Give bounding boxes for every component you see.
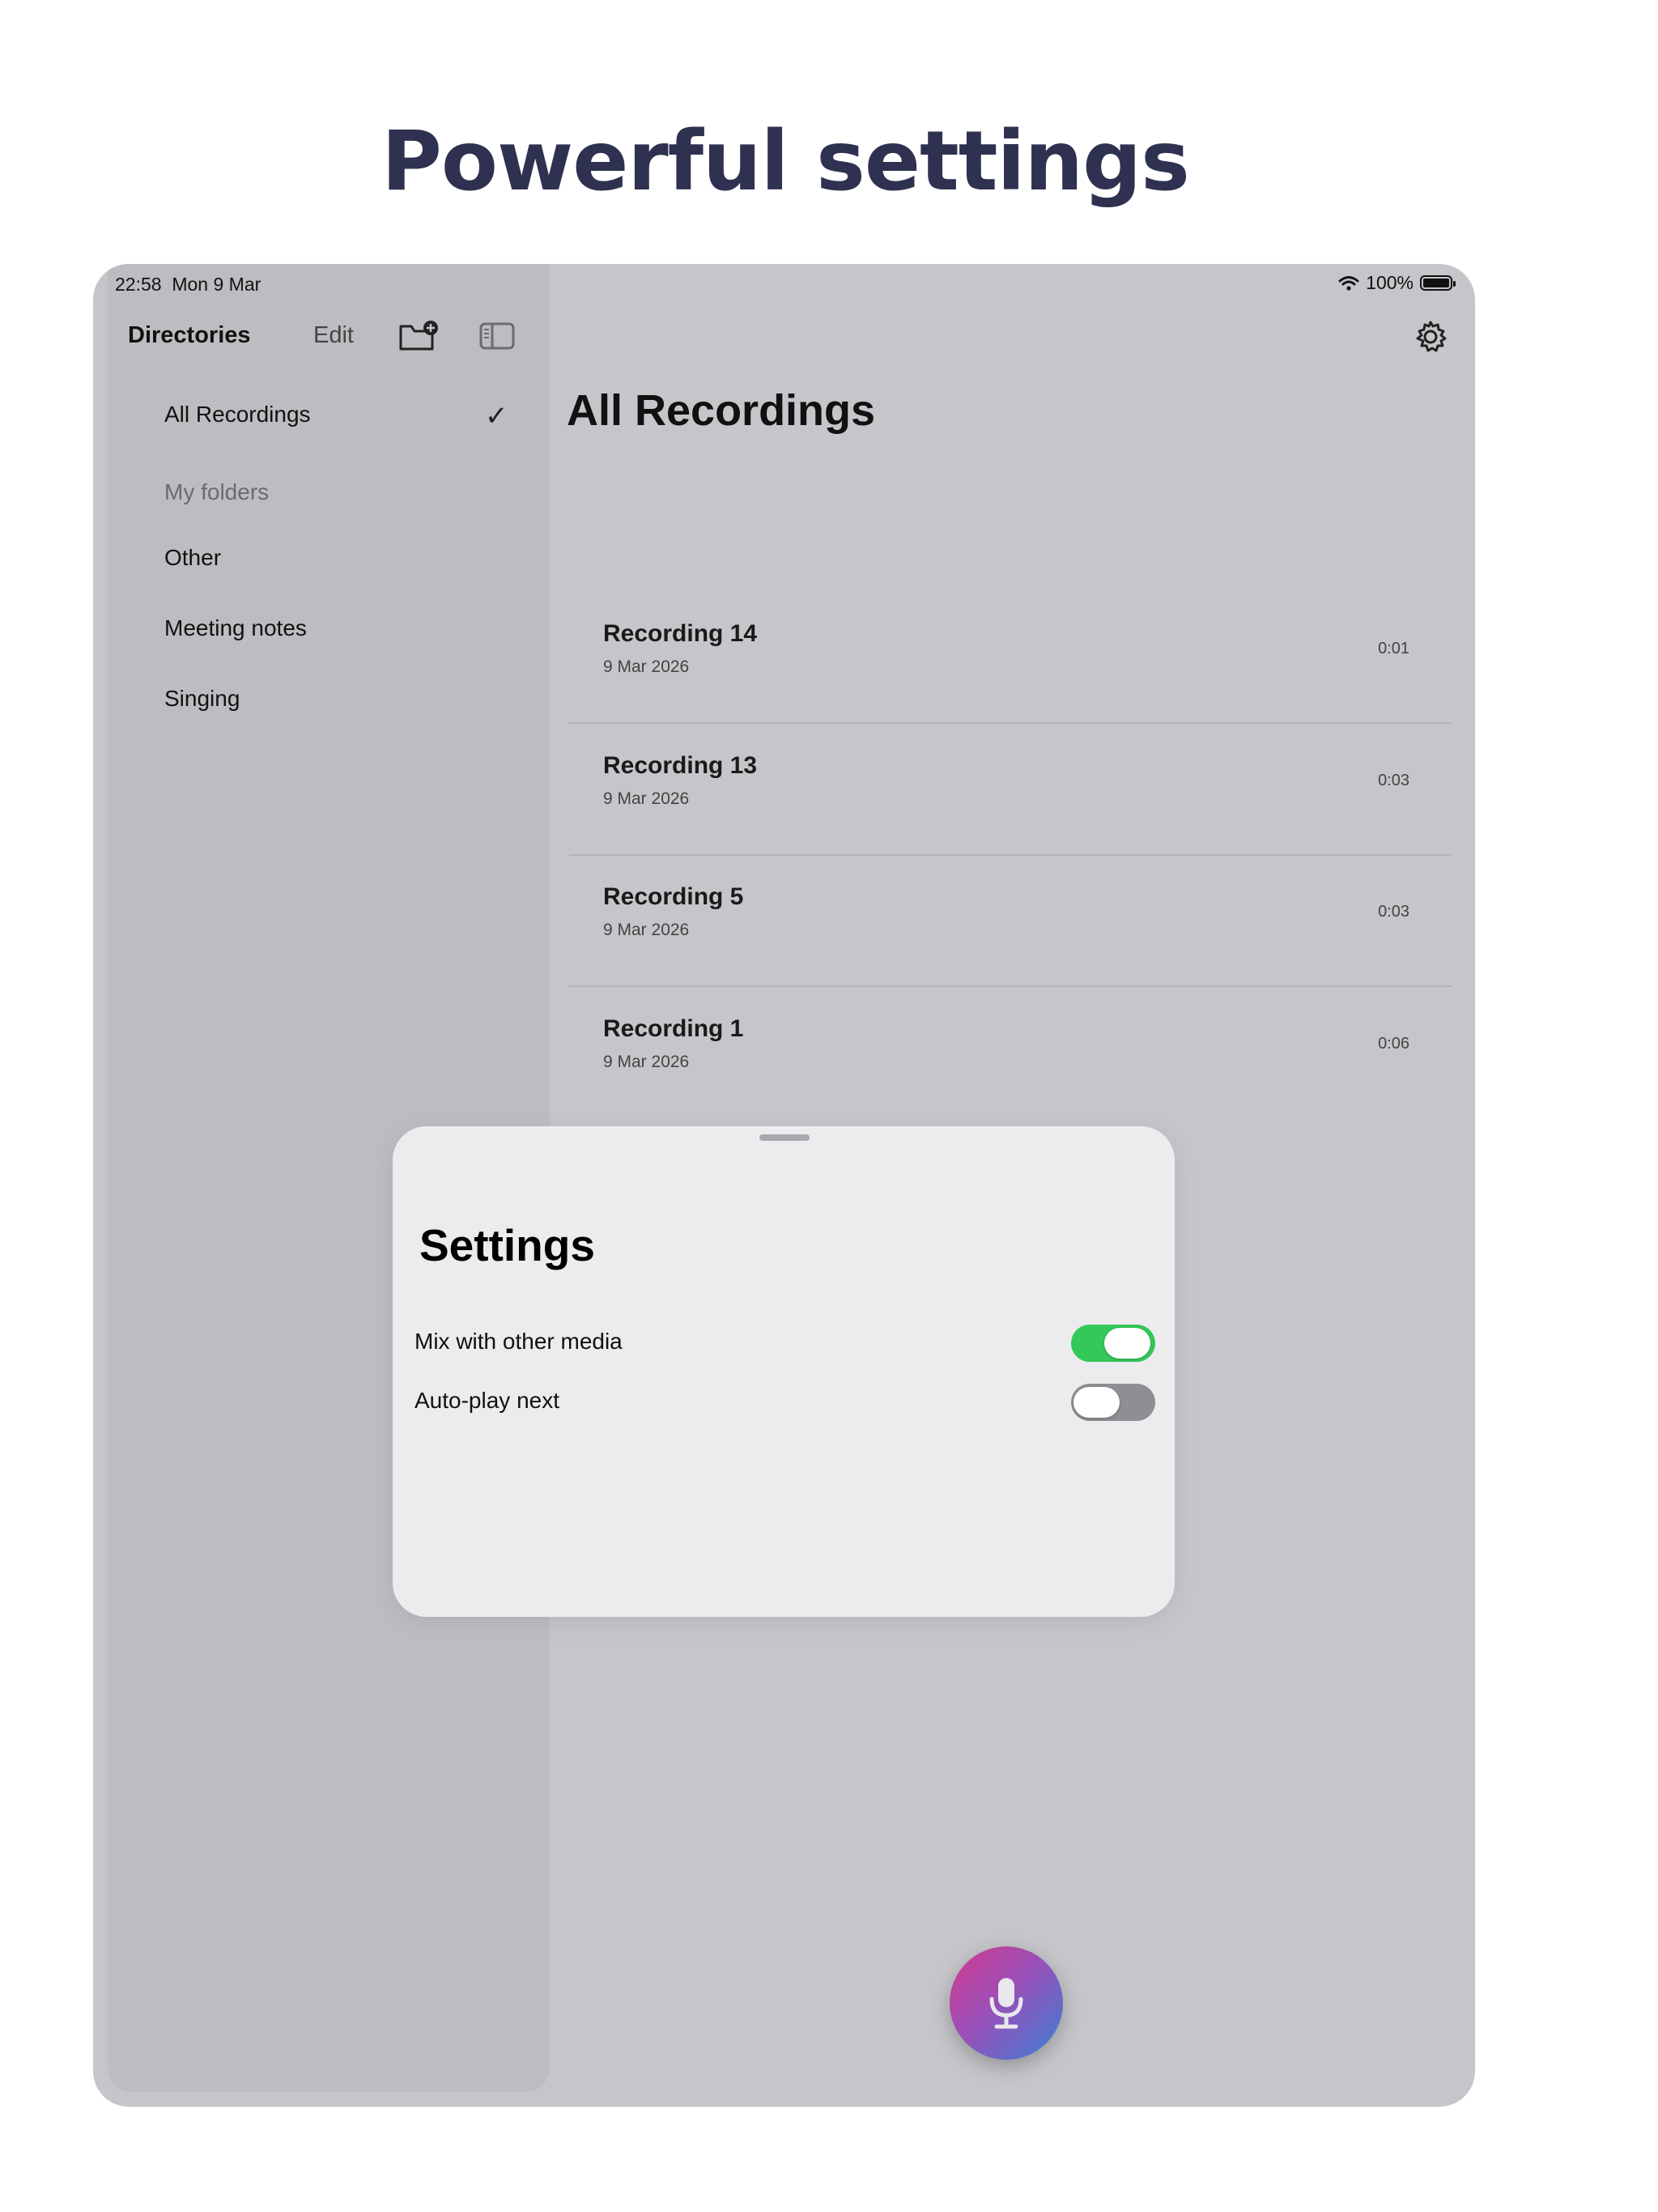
sidebar-item-all-recordings[interactable]: All Recordings [164,402,311,428]
battery-percent: 100% [1366,272,1414,293]
setting-label-mix: Mix with other media [414,1329,623,1354]
sidebar-title: Directories [128,322,251,348]
wifi-icon [1338,275,1359,291]
recording-row[interactable]: Recording 13 9 Mar 2026 0:03 [569,725,1452,856]
sidebar-item-other[interactable]: Other [164,545,221,571]
recording-date: 9 Mar 2026 [603,657,690,676]
sidebar-section-label: My folders [164,479,270,504]
setting-label-autoplay: Auto-play next [414,1388,559,1413]
recording-row[interactable]: Recording 5 9 Mar 2026 0:03 [569,856,1452,987]
page-headline: Powerful settings [381,113,1190,210]
sidebar-toggle-icon[interactable] [478,321,516,351]
recording-date: 9 Mar 2026 [603,789,690,808]
page-title: All Recordings [567,386,876,435]
recording-name: Recording 13 [603,752,758,779]
recording-name: Recording 1 [603,1015,744,1042]
sidebar-item-singing[interactable]: Singing [164,686,240,712]
recording-duration: 0:03 [1378,903,1409,921]
row-divider [569,722,1452,724]
status-time: 22:58 Mon 9 Mar [115,274,261,295]
gear-icon[interactable] [1413,319,1448,355]
mix-media-toggle[interactable] [1071,1325,1155,1362]
status-bar-right: 100% [1338,272,1456,294]
recording-name: Recording 5 [603,883,744,910]
recording-duration: 0:06 [1378,1035,1409,1053]
battery-icon [1420,275,1456,291]
recording-duration: 0:01 [1378,640,1409,657]
microphone-icon [989,1978,1023,2029]
recording-row[interactable]: Recording 1 9 Mar 2026 0:06 [569,988,1452,1119]
settings-title: Settings [419,1220,595,1270]
edit-button[interactable]: Edit [313,322,354,349]
new-folder-icon[interactable] [397,319,440,353]
checkmark-icon: ✓ [485,401,508,432]
settings-sheet: Settings Mix with other media Auto-play … [393,1126,1175,1617]
sheet-grabber[interactable] [759,1134,810,1141]
recording-date: 9 Mar 2026 [603,1053,690,1071]
recording-date: 9 Mar 2026 [603,921,690,939]
recording-row[interactable]: Recording 14 9 Mar 2026 0:01 [569,593,1452,724]
autoplay-toggle[interactable] [1071,1384,1155,1421]
record-button[interactable] [950,1946,1063,2060]
recording-name: Recording 14 [603,620,758,647]
recording-duration: 0:03 [1378,772,1409,789]
row-divider [569,985,1452,987]
sidebar-item-meeting-notes[interactable]: Meeting notes [164,615,307,641]
